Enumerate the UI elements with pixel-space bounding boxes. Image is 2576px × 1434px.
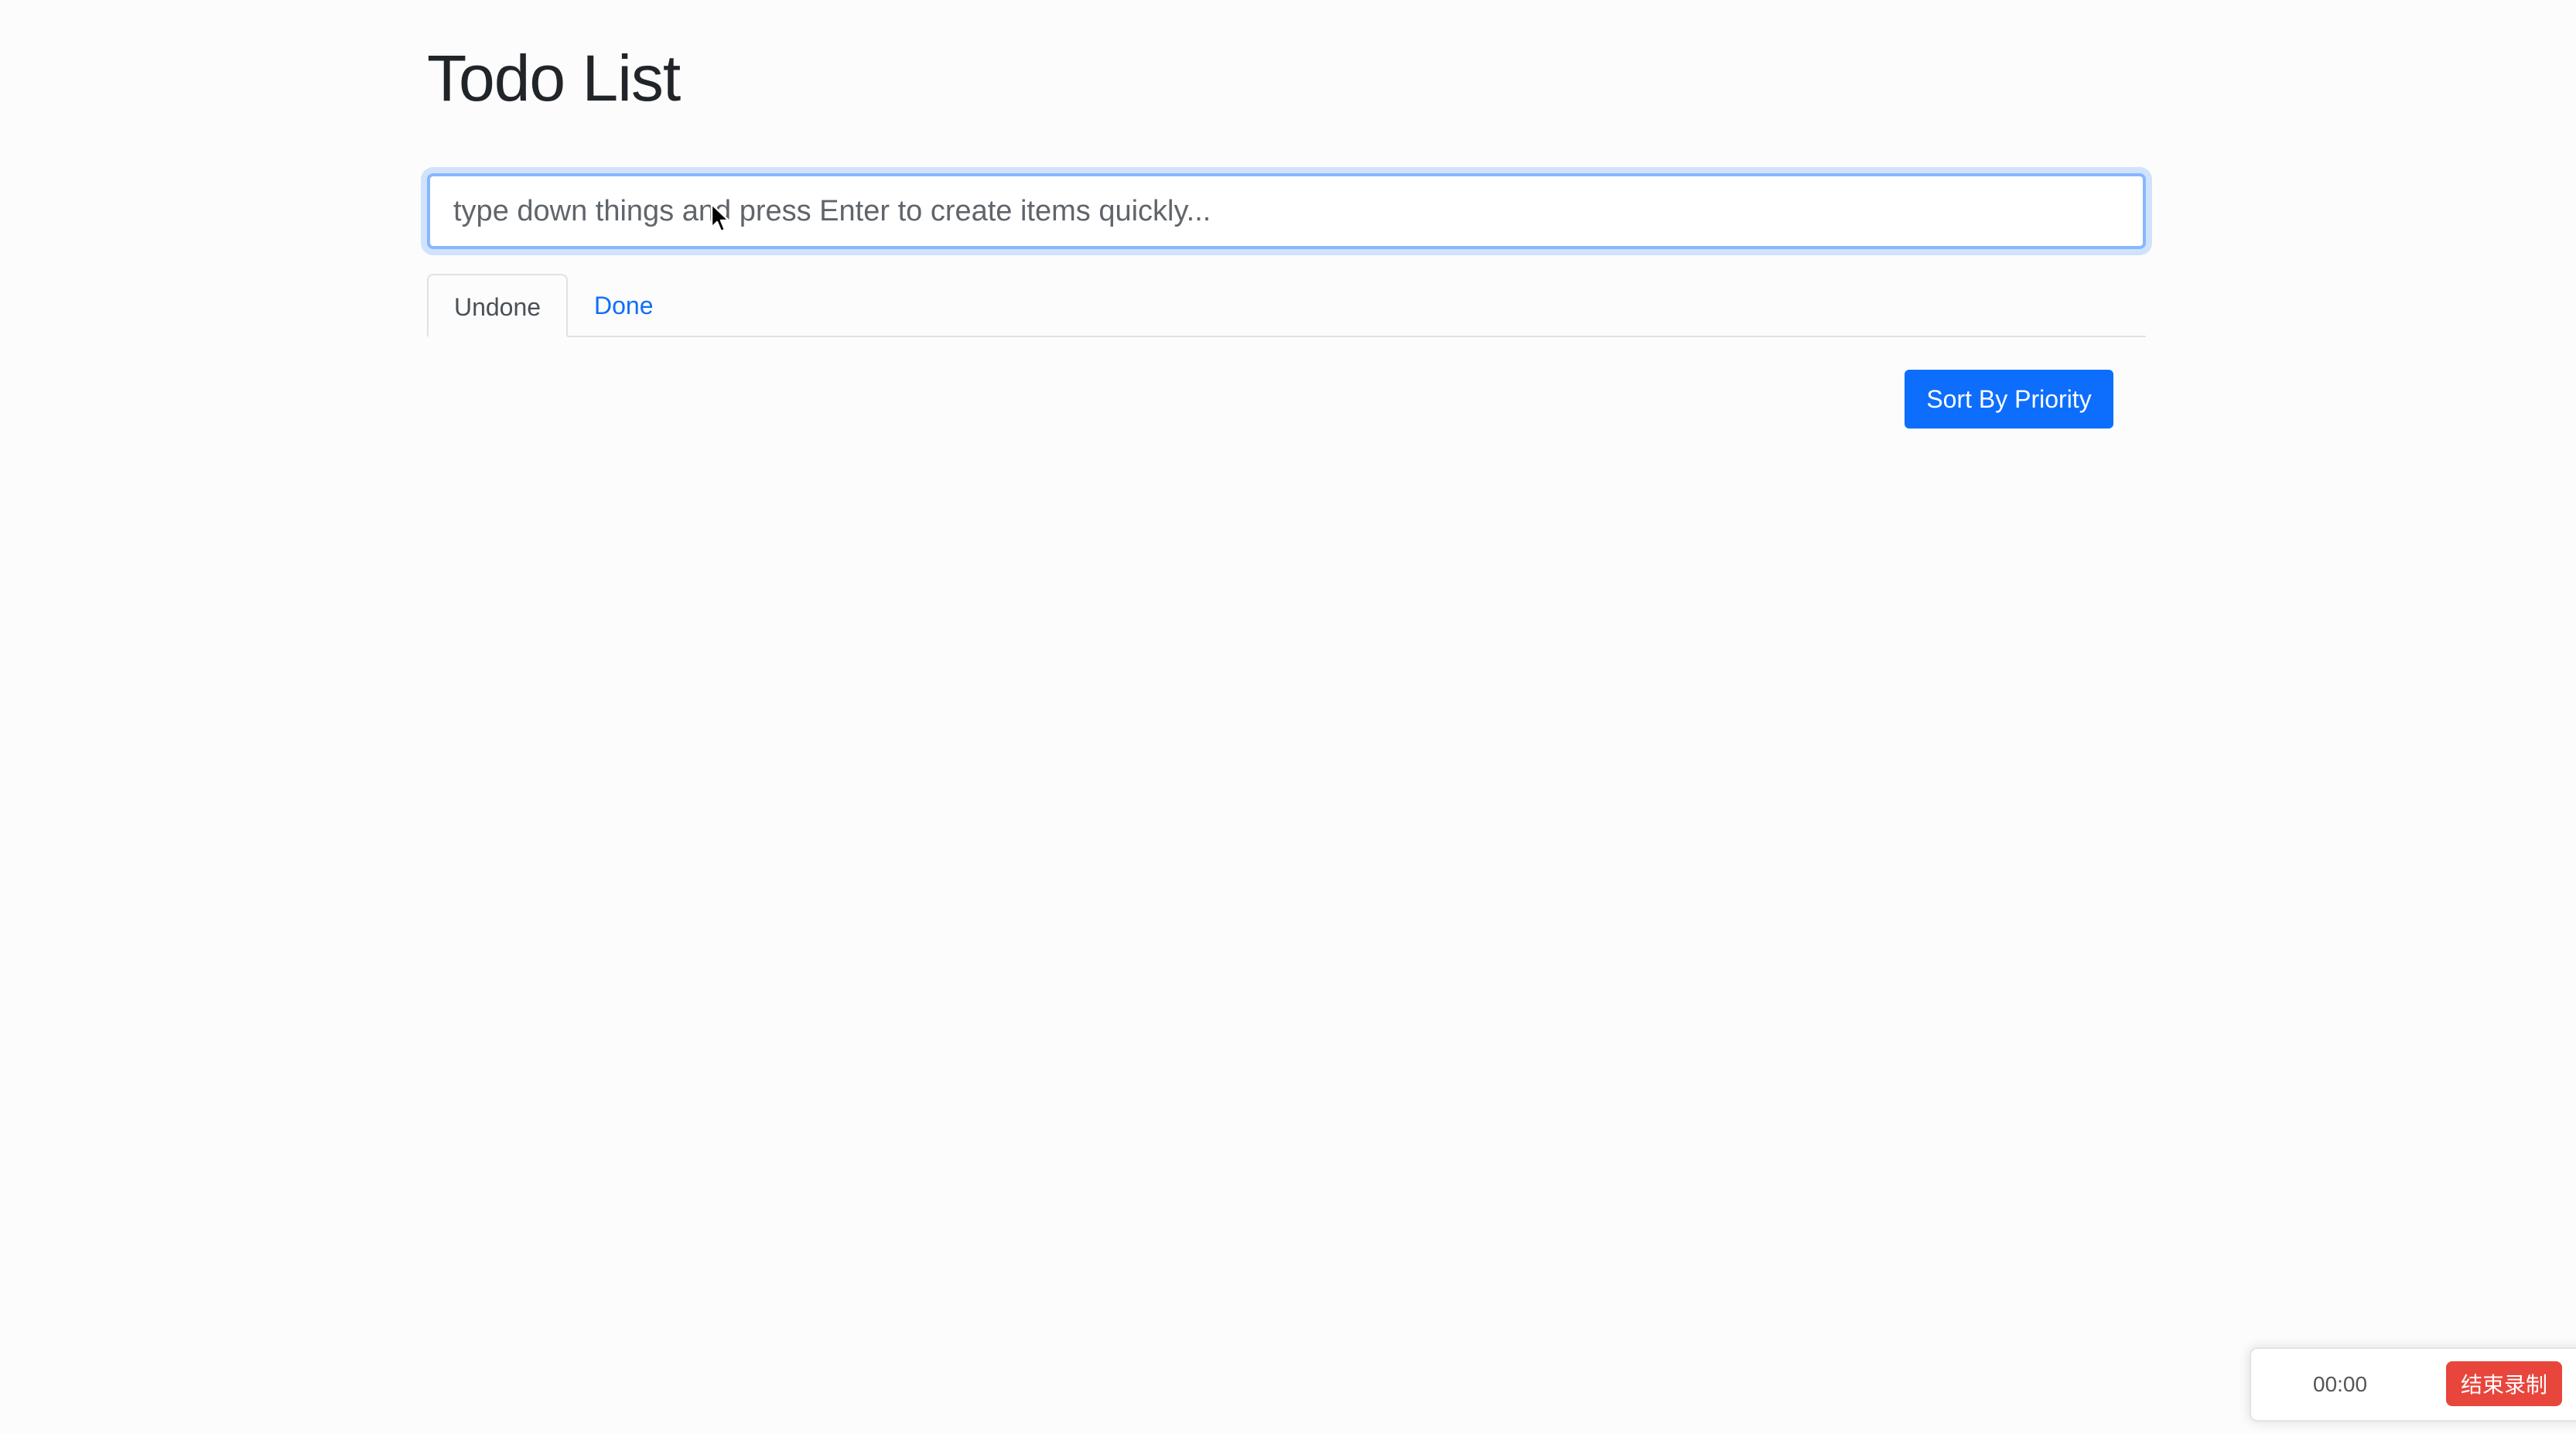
recording-timer: 00:00 — [2313, 1372, 2368, 1396]
mouse-pointer-icon — [710, 203, 730, 233]
tab-done[interactable]: Done — [568, 274, 680, 337]
page: Todo List Undone Done Sort By Priority 0… — [0, 0, 2576, 1434]
new-todo-input[interactable] — [427, 173, 2146, 249]
tab-undone[interactable]: Undone — [427, 274, 568, 337]
stop-recording-button[interactable]: 结束录制 — [2446, 1361, 2562, 1406]
sort-by-priority-button[interactable]: Sort By Priority — [1905, 370, 2113, 428]
page-title: Todo List — [427, 42, 681, 114]
screen-recorder-panel: 00:00 结束录制 — [2250, 1347, 2576, 1422]
status-tabs: Undone Done — [427, 274, 2146, 337]
